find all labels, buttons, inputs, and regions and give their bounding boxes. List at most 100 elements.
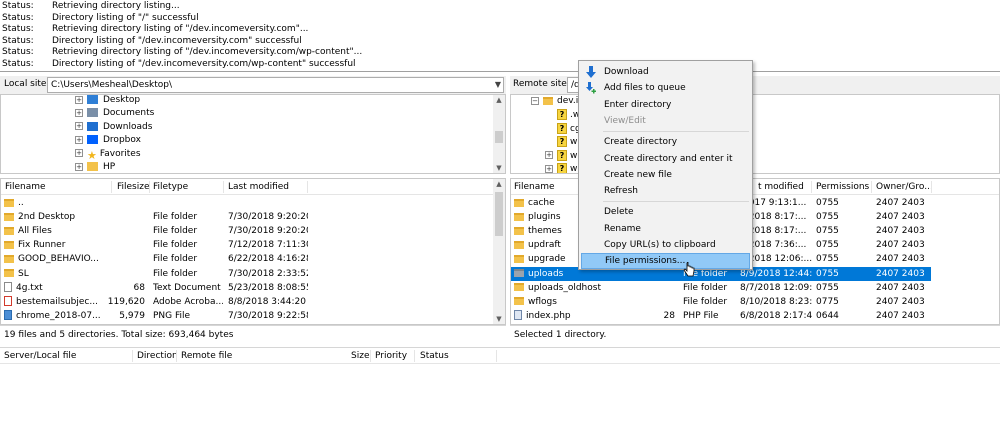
tree-item[interactable]: ? .w <box>557 109 580 122</box>
log-text: Retrieving directory listing of "/dev.in… <box>52 47 363 57</box>
expand-icon[interactable]: + <box>75 135 83 144</box>
tree-item[interactable]: + HP <box>75 161 115 173</box>
collapse-icon[interactable]: − <box>531 96 539 105</box>
expand-icon[interactable]: + <box>75 162 83 171</box>
tree-item[interactable]: + Documents <box>75 107 154 120</box>
table-row[interactable]: Fix Runner File folder 7/12/2018 7:11:30 .… <box>1 238 493 252</box>
file-permissions: 0755 <box>816 212 839 223</box>
menu-item[interactable]: Copy URL(s) to clipboard <box>581 237 750 253</box>
message-log[interactable]: Status: Retrieving directory listing... St… <box>0 0 1000 72</box>
file-modified: 5/23/2018 8:08:55 ... <box>228 282 308 293</box>
col-remote-file[interactable]: Remote file <box>181 348 232 365</box>
tree-item[interactable]: + ★ Favorites <box>75 148 141 162</box>
menu-item[interactable]: File permissions... <box>581 253 750 270</box>
col-filetype[interactable]: Filetype <box>153 179 188 195</box>
scroll-up-icon[interactable]: ▲ <box>493 180 505 188</box>
favorites-icon: ★ <box>87 148 97 162</box>
tree-item[interactable]: + Downloads <box>75 121 152 134</box>
table-row[interactable]: wflogs File folder 8/10/2018 8:23:... 0775 2… <box>511 295 931 309</box>
tree-item[interactable]: ? w <box>557 136 577 149</box>
file-owner: 2407 2403 <box>876 268 925 279</box>
menu-item[interactable]: Download <box>581 64 750 80</box>
col-filename[interactable]: Filename <box>514 179 555 195</box>
local-site-bar: Local site: C:\Users\Mesheal\Desktop\ ▼ <box>0 76 506 94</box>
expand-icon[interactable]: + <box>75 149 83 158</box>
menu-item[interactable]: Create new file <box>581 167 750 183</box>
scroll-down-icon[interactable]: ▼ <box>493 315 505 323</box>
col-filesize[interactable]: Filesize <box>117 179 150 195</box>
local-tree-scrollbar[interactable]: ▲ ▼ <box>493 95 505 173</box>
col-last-modified[interactable]: t modified <box>758 179 804 195</box>
folder-icon <box>514 226 524 235</box>
table-row[interactable]: 2nd Desktop File folder 7/30/2018 9:20:20 … <box>1 210 493 224</box>
col-priority[interactable]: Priority <box>375 348 407 365</box>
table-row[interactable]: GOOD_BEHAVIO... File folder 6/22/2018 4:16… <box>1 252 493 266</box>
file-name: plugins <box>528 212 561 223</box>
file-permissions: 0775 <box>816 296 839 307</box>
file-name: cache <box>528 198 555 208</box>
table-row[interactable]: SL File folder 7/30/2018 2:33:52 ... <box>1 267 493 281</box>
col-server-local-file[interactable]: Server/Local file <box>4 348 76 365</box>
file-type: Text Document <box>153 282 221 293</box>
col-status[interactable]: Status <box>420 348 449 365</box>
file-type: File folder <box>153 226 198 237</box>
menu-item[interactable]: Create directory and enter it <box>581 151 750 167</box>
col-filename[interactable]: Filename <box>5 179 46 195</box>
menu-item[interactable]: Rename <box>581 221 750 237</box>
local-site-label: Local site: <box>4 79 50 89</box>
folder-icon <box>514 254 524 263</box>
local-file-list[interactable]: Filename Filesize Filetype Last modified… <box>0 178 506 325</box>
tree-item[interactable]: − dev.in <box>531 95 584 108</box>
local-tree[interactable]: ▲ ▼ + Desktop + Documents + Downloads + Dropbox… <box>0 94 506 174</box>
scroll-up-icon[interactable]: ▲ <box>493 96 505 104</box>
menu-item-label: File permissions... <box>605 256 686 267</box>
table-row[interactable]: index.php 28 PHP File 6/8/2018 2:17:4... 064… <box>511 309 931 323</box>
tree-item[interactable]: +? w <box>545 163 578 174</box>
menu-item[interactable]: Delete <box>581 204 750 220</box>
expand-icon[interactable]: + <box>75 122 83 131</box>
file-name: updraft <box>528 240 561 251</box>
col-permissions[interactable]: Permissions <box>816 179 869 195</box>
table-row[interactable]: 4g.txt 68 Text Document 5/23/2018 8:08:55 .… <box>1 281 493 295</box>
menu-item[interactable]: Add files to queue <box>581 80 750 96</box>
menu-item[interactable]: Refresh <box>581 183 750 199</box>
tree-item[interactable]: +? w <box>545 149 577 163</box>
pdf-file-icon <box>4 296 12 307</box>
table-row[interactable]: chrome_2018-07... 5,979 PNG File 7/30/2018 … <box>1 309 493 323</box>
file-name: index.php <box>526 310 571 321</box>
log-label: Status: <box>2 24 34 34</box>
log-label: Status: <box>2 12 34 23</box>
scroll-thumb[interactable] <box>495 192 503 236</box>
col-owner-group[interactable]: Owner/Gro... <box>876 179 933 195</box>
scroll-thumb[interactable] <box>495 131 503 143</box>
file-permissions: 0755 <box>816 268 839 279</box>
file-permissions: 0755 <box>816 254 839 265</box>
tree-item-label: w <box>570 164 578 174</box>
chevron-down-icon[interactable]: ▼ <box>495 78 501 92</box>
transfer-queue-list[interactable] <box>0 364 1000 422</box>
expand-icon[interactable]: + <box>545 151 553 160</box>
col-last-modified[interactable]: Last modified <box>228 179 289 195</box>
expand-icon[interactable]: + <box>75 108 83 117</box>
local-path-combo[interactable]: C:\Users\Mesheal\Desktop\ ▼ <box>47 77 504 93</box>
tree-item[interactable]: + Dropbox <box>75 134 141 147</box>
table-row[interactable]: bestemailsubjec... 119,620 Adobe Acroba...… <box>1 295 493 309</box>
file-type: File folder <box>683 282 728 293</box>
col-size[interactable]: Size <box>351 348 369 365</box>
table-row[interactable]: uploads_oldhost File folder 8/7/2018 12:09… <box>511 281 931 295</box>
expand-icon[interactable]: + <box>75 95 83 104</box>
expand-icon[interactable]: + <box>545 164 553 173</box>
log-text: Directory listing of "/dev.incomeversity… <box>52 58 356 69</box>
file-owner: 2407 2403 <box>876 296 925 307</box>
menu-item[interactable]: Enter directory <box>581 97 750 113</box>
php-file-icon <box>514 310 522 321</box>
table-row[interactable]: All Files File folder 7/30/2018 9:20:20 ..… <box>1 224 493 238</box>
local-list-scrollbar[interactable]: ▲ ▼ <box>493 179 505 324</box>
file-name: All Files <box>18 226 52 237</box>
col-direction[interactable]: Direction <box>137 348 178 365</box>
menu-item-label: Delete <box>604 207 634 218</box>
scroll-down-icon[interactable]: ▼ <box>493 164 505 172</box>
table-row[interactable]: .. <box>1 196 493 210</box>
tree-item[interactable]: + Desktop <box>75 95 140 107</box>
menu-item[interactable]: Create directory <box>581 134 750 150</box>
